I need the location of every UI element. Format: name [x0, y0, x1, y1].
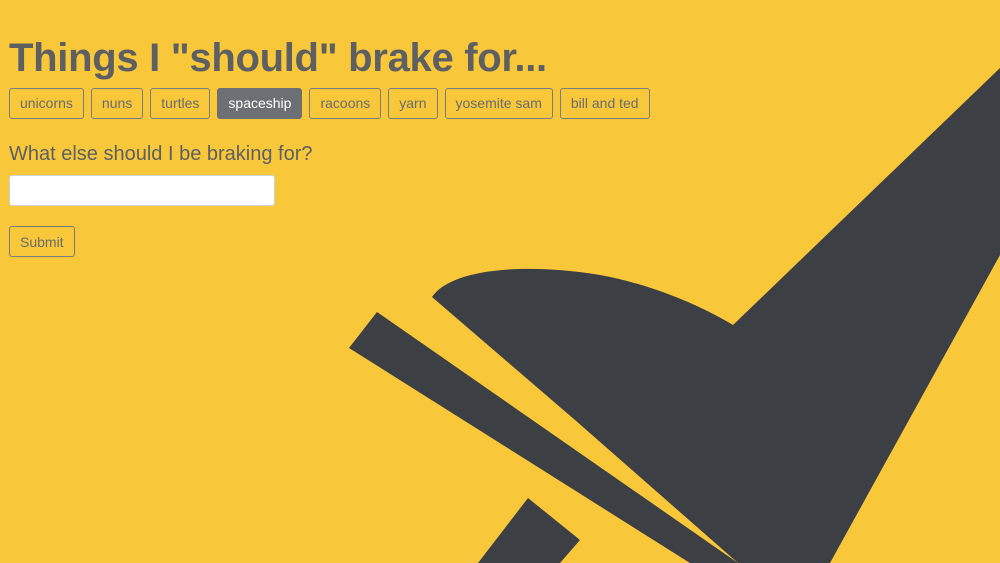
chip-spaceship[interactable]: spaceship: [217, 88, 303, 119]
chip-racoons[interactable]: racoons: [309, 88, 382, 119]
chip-bill-and-ted[interactable]: bill and ted: [559, 88, 650, 119]
chip-list: unicorns nuns turtles spaceship racoons …: [9, 88, 650, 119]
page-title: Things I "should" brake for...: [9, 36, 547, 80]
chip-yarn[interactable]: yarn: [388, 88, 438, 119]
chip-yosemite-sam[interactable]: yosemite sam: [444, 88, 553, 119]
spaceship-silhouette-icon: [349, 68, 1000, 563]
chip-nuns[interactable]: nuns: [90, 88, 144, 119]
chip-unicorns[interactable]: unicorns: [9, 88, 84, 119]
chip-turtles[interactable]: turtles: [150, 88, 211, 119]
submit-button[interactable]: Submit: [9, 226, 75, 257]
form-prompt: What else should I be braking for?: [9, 143, 313, 165]
suggestion-input[interactable]: [9, 175, 275, 206]
